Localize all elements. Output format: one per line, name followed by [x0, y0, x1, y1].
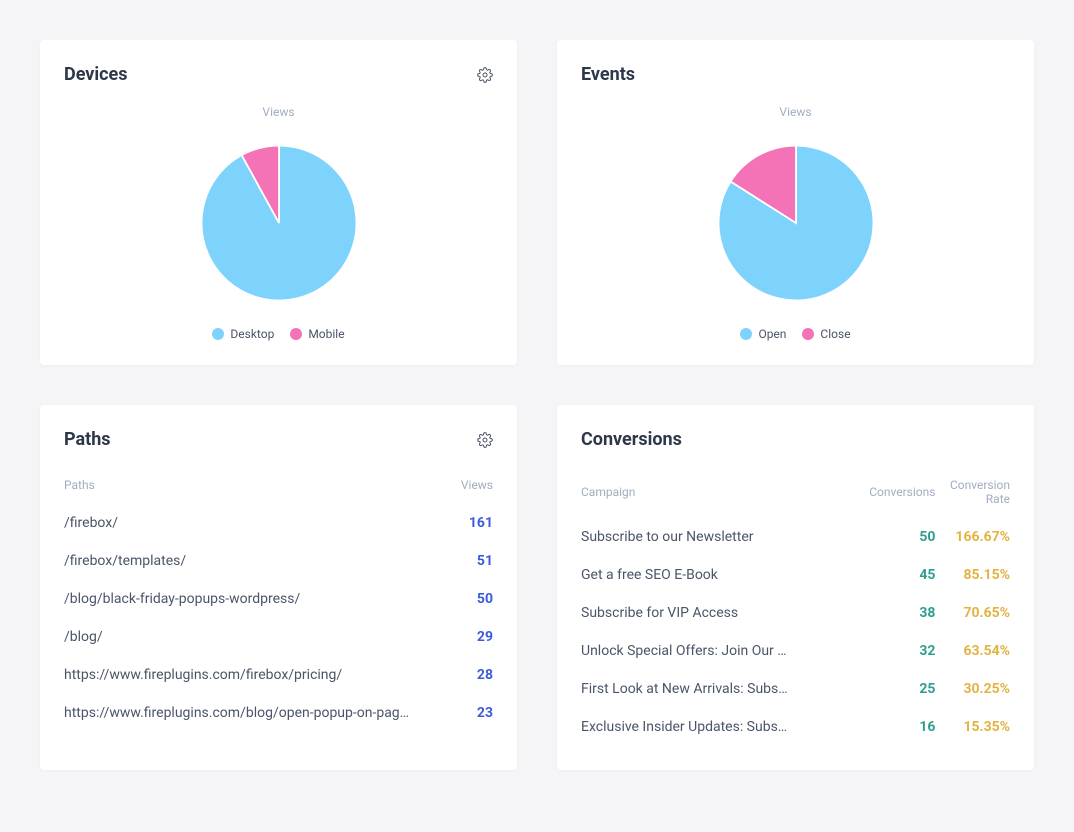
- conversions-card: Conversions Campaign Conversions Convers…: [557, 405, 1034, 770]
- row-value: 23: [449, 694, 493, 732]
- paths-card: Paths Paths Views /firebox/161/firebox/t…: [40, 405, 517, 770]
- row-label: Subscribe to our Newsletter: [581, 518, 869, 556]
- swatch-pink: [290, 328, 302, 340]
- gear-icon[interactable]: [477, 432, 493, 448]
- row-label: https://www.fireplugins.com/blog/open-po…: [64, 694, 449, 732]
- table-row[interactable]: Subscribe to our Newsletter50166.67%: [581, 518, 1010, 556]
- row-rate: 70.65%: [935, 594, 1010, 632]
- table-row[interactable]: /firebox/templates/51: [64, 542, 493, 580]
- legend-mobile[interactable]: Mobile: [290, 327, 344, 341]
- row-label: Subscribe for VIP Access: [581, 594, 869, 632]
- conversions-col-c: Conversion Rate: [935, 470, 1010, 518]
- conversions-col-a: Campaign: [581, 470, 869, 518]
- row-label: /firebox/: [64, 504, 449, 542]
- row-label: /blog/: [64, 618, 449, 656]
- swatch-pink: [802, 328, 814, 340]
- paths-title: Paths: [64, 429, 111, 450]
- row-label: /firebox/templates/: [64, 542, 449, 580]
- legend-label: Close: [820, 327, 850, 341]
- table-row[interactable]: /firebox/161: [64, 504, 493, 542]
- conversions-title: Conversions: [581, 429, 682, 450]
- legend-label: Mobile: [308, 327, 344, 341]
- events-card: Events Views Open Close: [557, 40, 1034, 365]
- row-conversions: 32: [869, 632, 935, 670]
- row-label: First Look at New Arrivals: Subs…: [581, 670, 869, 708]
- events-subtitle: Views: [581, 105, 1010, 119]
- events-pie: [708, 135, 884, 311]
- table-row[interactable]: Unlock Special Offers: Join Our …3263.54…: [581, 632, 1010, 670]
- paths-col-b: Views: [449, 470, 493, 504]
- row-conversions: 16: [869, 708, 935, 746]
- row-conversions: 38: [869, 594, 935, 632]
- row-label: Get a free SEO E-Book: [581, 556, 869, 594]
- swatch-blue: [740, 328, 752, 340]
- row-rate: 15.35%: [935, 708, 1010, 746]
- table-row[interactable]: Exclusive Insider Updates: Subs…1615.35%: [581, 708, 1010, 746]
- table-row[interactable]: https://www.fireplugins.com/firebox/pric…: [64, 656, 493, 694]
- table-row[interactable]: /blog/29: [64, 618, 493, 656]
- row-label: Unlock Special Offers: Join Our …: [581, 632, 869, 670]
- row-rate: 166.67%: [935, 518, 1010, 556]
- row-label: https://www.fireplugins.com/firebox/pric…: [64, 656, 449, 694]
- events-title: Events: [581, 64, 635, 85]
- table-row[interactable]: Subscribe for VIP Access3870.65%: [581, 594, 1010, 632]
- swatch-blue: [212, 328, 224, 340]
- devices-subtitle: Views: [64, 105, 493, 119]
- row-conversions: 50: [869, 518, 935, 556]
- devices-card: Devices Views Desktop Mobile: [40, 40, 517, 365]
- table-row[interactable]: https://www.fireplugins.com/blog/open-po…: [64, 694, 493, 732]
- row-value: 161: [449, 504, 493, 542]
- row-rate: 63.54%: [935, 632, 1010, 670]
- gear-icon[interactable]: [477, 67, 493, 83]
- devices-title: Devices: [64, 64, 128, 85]
- table-row[interactable]: Get a free SEO E-Book4585.15%: [581, 556, 1010, 594]
- row-value: 50: [449, 580, 493, 618]
- table-row[interactable]: /blog/black-friday-popups-wordpress/50: [64, 580, 493, 618]
- row-value: 29: [449, 618, 493, 656]
- row-conversions: 25: [869, 670, 935, 708]
- paths-col-a: Paths: [64, 470, 449, 504]
- row-value: 28: [449, 656, 493, 694]
- devices-pie: [191, 135, 367, 311]
- row-label: Exclusive Insider Updates: Subs…: [581, 708, 869, 746]
- legend-open[interactable]: Open: [740, 327, 786, 341]
- conversions-col-b: Conversions: [869, 470, 935, 518]
- table-row[interactable]: First Look at New Arrivals: Subs…2530.25…: [581, 670, 1010, 708]
- legend-close[interactable]: Close: [802, 327, 850, 341]
- row-rate: 85.15%: [935, 556, 1010, 594]
- row-conversions: 45: [869, 556, 935, 594]
- legend-label: Open: [758, 327, 786, 341]
- row-label: /blog/black-friday-popups-wordpress/: [64, 580, 449, 618]
- row-rate: 30.25%: [935, 670, 1010, 708]
- legend-label: Desktop: [230, 327, 274, 341]
- legend-desktop[interactable]: Desktop: [212, 327, 274, 341]
- row-value: 51: [449, 542, 493, 580]
